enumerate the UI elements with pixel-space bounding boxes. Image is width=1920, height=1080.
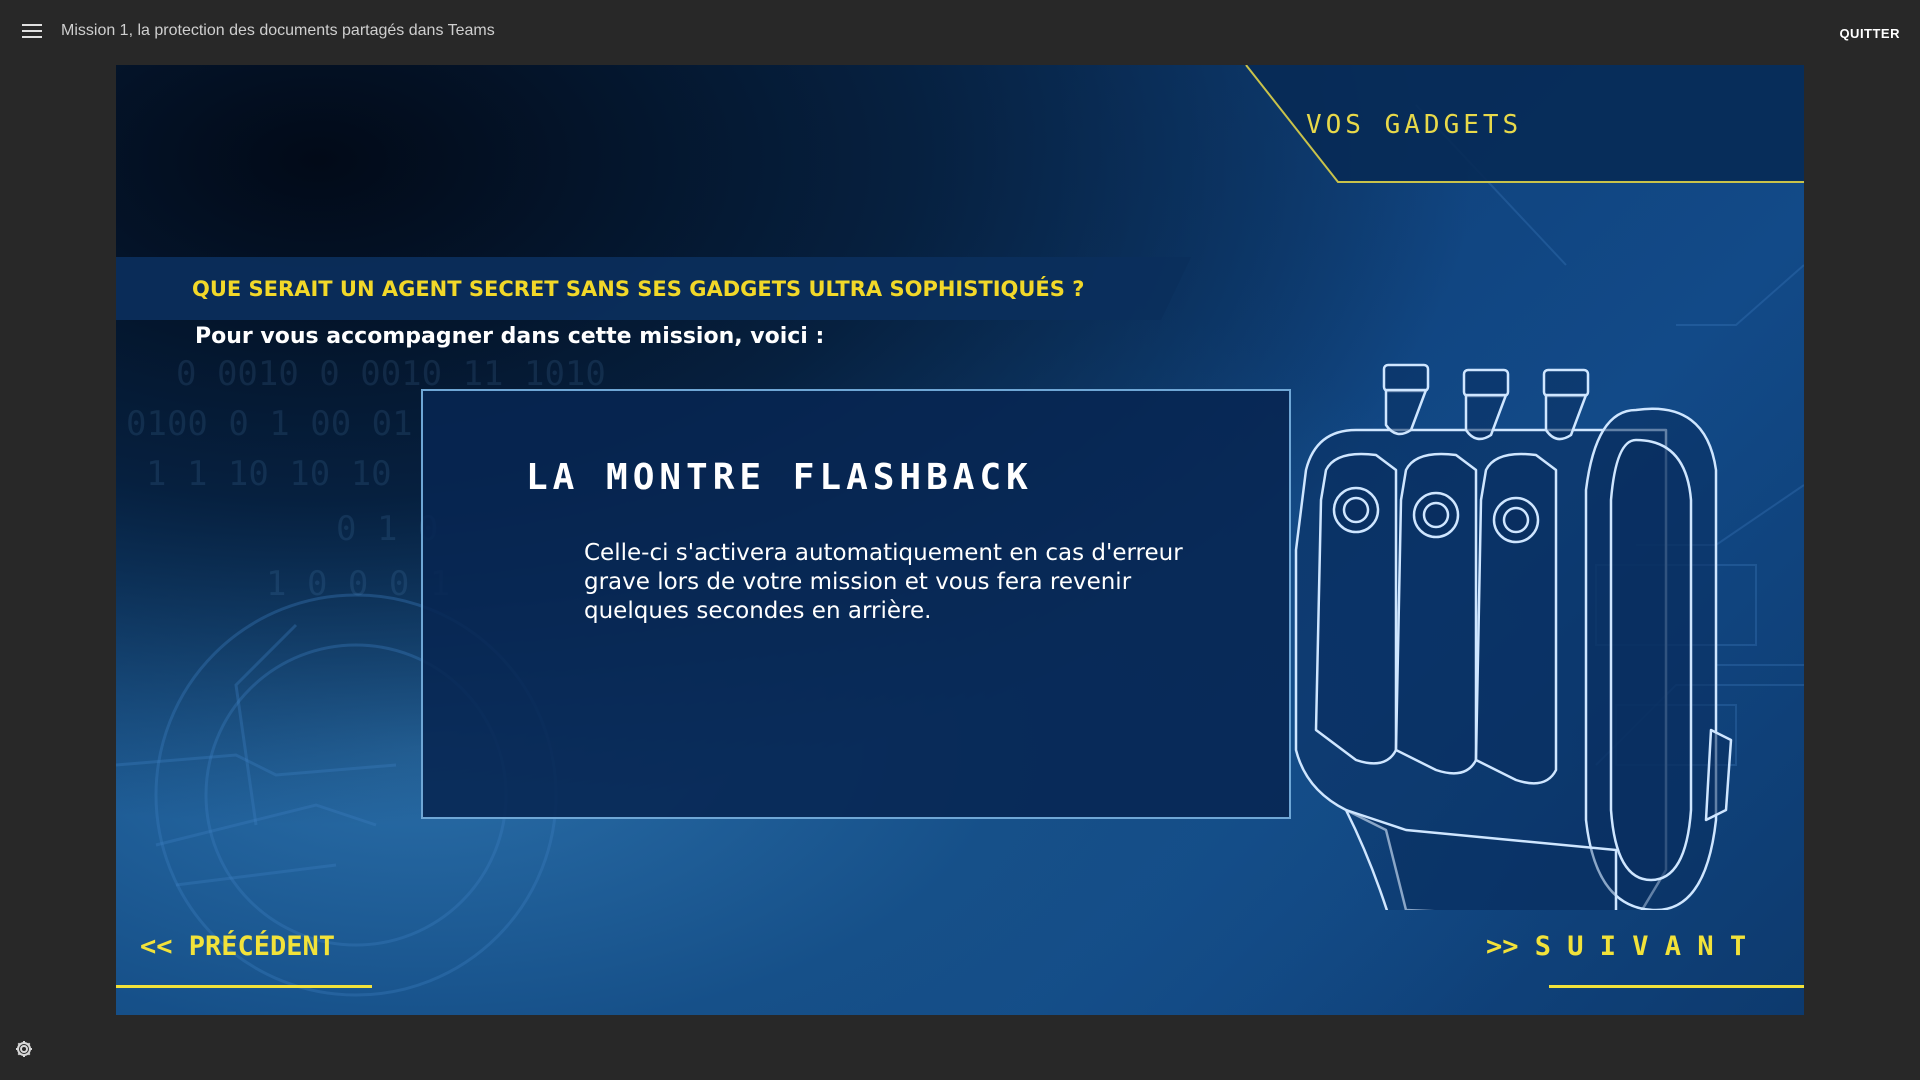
course-title: Mission 1, la protection des documents p… xyxy=(61,22,495,39)
watch-illustration xyxy=(1294,363,1733,910)
binary-text-3: 1 1 10 10 10 xyxy=(146,454,392,494)
next-label: >> S U I V A N T xyxy=(1486,931,1747,962)
quit-button[interactable]: QUITTER xyxy=(1839,26,1900,41)
binary-text-2: 0100 0 1 00 01 xyxy=(126,404,413,444)
next-button[interactable]: >> S U I V A N T xyxy=(1486,931,1746,962)
section-label: VOS GADGETS xyxy=(1306,110,1523,140)
top-bar: Mission 1, la protection des documents p… xyxy=(0,0,1920,64)
previous-label: << PRÉCÉDENT xyxy=(140,931,336,962)
hamburger-menu-icon[interactable] xyxy=(22,24,42,40)
intro-text: Pour vous accompagner dans cette mission… xyxy=(195,324,825,349)
slide-canvas: 0 0010 0 0010 11 1010 0100 0 1 00 01 1 1… xyxy=(116,65,1804,1015)
banner-question: QUE SERAIT UN AGENT SECRET SANS SES GADG… xyxy=(192,277,1085,301)
previous-underline xyxy=(116,985,372,988)
gadget-title: LA MONTRE FLASHBACK xyxy=(526,457,1033,498)
binary-text-1: 0 0010 0 0010 11 1010 xyxy=(176,354,606,394)
previous-button[interactable]: << PRÉCÉDENT xyxy=(140,931,335,962)
gadget-description: Celle-ci s'activera automatiquement en c… xyxy=(584,540,1183,624)
next-underline xyxy=(1549,985,1804,988)
gear-icon[interactable] xyxy=(14,1039,34,1059)
